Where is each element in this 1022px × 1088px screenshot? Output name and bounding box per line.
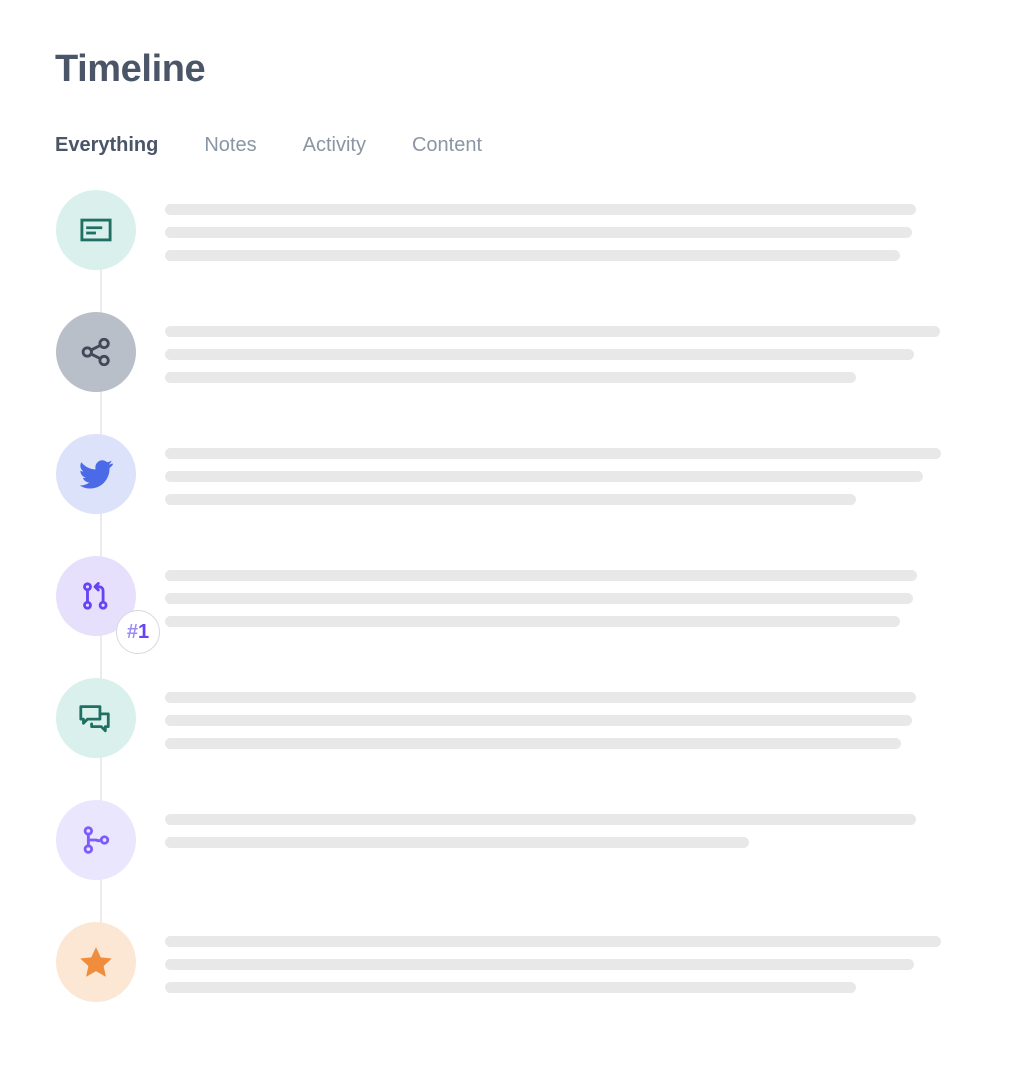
skeleton-line	[165, 936, 941, 947]
skeleton-line	[165, 814, 916, 825]
twitter-bird-icon	[78, 456, 114, 492]
skeleton-line	[165, 471, 923, 482]
timeline-icon-circle[interactable]	[56, 312, 136, 392]
skeleton-line	[165, 494, 856, 505]
timeline-item[interactable]	[0, 800, 1022, 962]
skeleton-line	[165, 959, 914, 970]
timeline-marker: #1	[56, 556, 160, 654]
timeline-rail	[0, 800, 165, 962]
timeline-item[interactable]: #1	[0, 556, 1022, 718]
page-title: Timeline	[55, 48, 206, 90]
timeline-page: Timeline Everything Notes Activity Conte…	[0, 0, 1022, 1088]
timeline-item[interactable]	[0, 190, 1022, 352]
timeline-rail	[0, 312, 165, 474]
timeline-item-content-placeholder	[165, 312, 1022, 383]
timeline-marker	[56, 190, 136, 270]
timeline-rail	[0, 190, 165, 352]
timeline-marker	[56, 800, 136, 880]
timeline-item[interactable]	[0, 312, 1022, 474]
git-pull-request-icon	[79, 579, 113, 613]
timeline-rail: #1	[0, 556, 165, 718]
timeline-item-content-placeholder	[165, 434, 1022, 505]
skeleton-line	[165, 692, 916, 703]
tab-activity[interactable]: Activity	[303, 131, 366, 159]
share-icon	[78, 334, 114, 370]
badge-number: 1	[138, 621, 150, 643]
timeline-icon-circle[interactable]	[56, 190, 136, 270]
timeline-marker	[56, 678, 136, 758]
skeleton-line	[165, 372, 856, 383]
timeline-list: #1	[0, 190, 1022, 1022]
timeline-rail	[0, 922, 165, 1002]
timeline-icon-circle[interactable]	[56, 800, 136, 880]
skeleton-line	[165, 593, 913, 604]
timeline-item[interactable]	[0, 434, 1022, 596]
timeline-marker	[56, 922, 136, 1002]
timeline-rail	[0, 434, 165, 596]
timeline-marker	[56, 312, 136, 392]
skeleton-line	[165, 250, 900, 261]
badge-hash-symbol: #	[126, 621, 138, 643]
skeleton-line	[165, 204, 916, 215]
timeline-rail	[0, 678, 165, 840]
skeleton-line	[165, 738, 901, 749]
skeleton-line	[165, 616, 900, 627]
timeline-item[interactable]	[0, 678, 1022, 840]
timeline-item-content-placeholder	[165, 922, 1022, 993]
skeleton-line	[165, 326, 940, 337]
timeline-item[interactable]	[0, 922, 1022, 1022]
skeleton-line	[165, 715, 912, 726]
note-card-icon	[78, 212, 114, 248]
skeleton-line	[165, 227, 912, 238]
timeline-icon-circle[interactable]	[56, 922, 136, 1002]
timeline-marker	[56, 434, 136, 514]
git-branch-icon	[79, 823, 113, 857]
skeleton-line	[165, 837, 749, 848]
skeleton-line	[165, 448, 941, 459]
timeline-item-content-placeholder	[165, 190, 1022, 261]
skeleton-line	[165, 349, 914, 360]
skeleton-line	[165, 982, 856, 993]
tab-everything[interactable]: Everything	[55, 131, 158, 159]
timeline-item-content-placeholder	[165, 800, 1022, 848]
star-icon	[77, 943, 115, 981]
timeline-item-content-placeholder	[165, 556, 1022, 627]
timeline-icon-circle[interactable]	[56, 434, 136, 514]
timeline-icon-circle[interactable]	[56, 678, 136, 758]
timeline-count-badge[interactable]: #1	[116, 610, 160, 654]
tab-notes[interactable]: Notes	[204, 131, 256, 159]
timeline-item-content-placeholder	[165, 678, 1022, 749]
comments-icon	[77, 699, 115, 737]
tab-bar: Everything Notes Activity Content	[55, 131, 528, 159]
tab-content[interactable]: Content	[412, 131, 482, 159]
skeleton-line	[165, 570, 917, 581]
